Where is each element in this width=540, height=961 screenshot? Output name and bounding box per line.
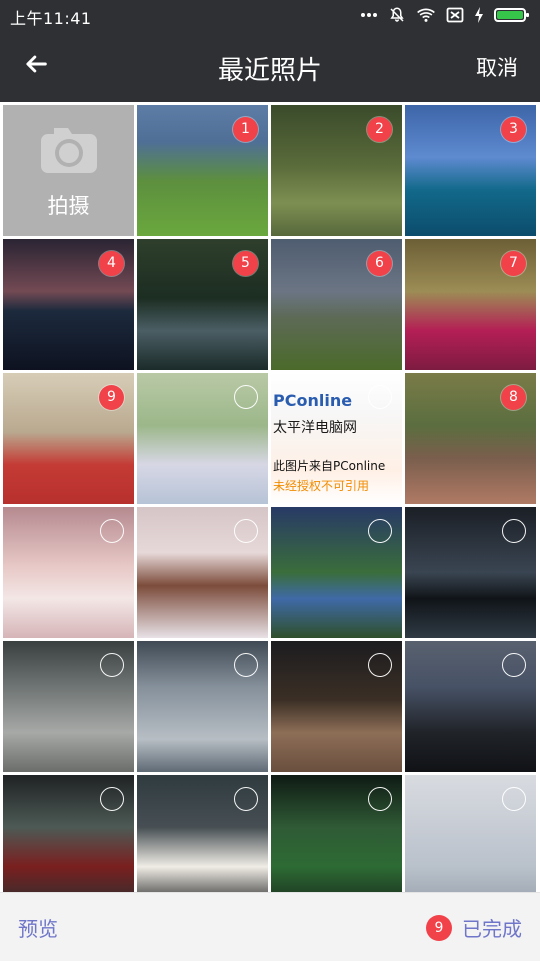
photo-tile[interactable] bbox=[3, 641, 134, 772]
photo-tile[interactable] bbox=[137, 373, 268, 504]
photo-tile[interactable]: 2 bbox=[271, 105, 402, 236]
status-icons bbox=[360, 4, 530, 26]
sim-icon bbox=[446, 7, 464, 23]
muted-bell-icon bbox=[388, 6, 406, 24]
watermark-line: 太平洋电脑网 bbox=[273, 420, 357, 436]
select-circle[interactable] bbox=[502, 653, 526, 677]
photo-tile[interactable]: PConline 太平洋电脑网 此图片来自PConline 未经授权不可引用 bbox=[271, 373, 402, 504]
select-circle[interactable] bbox=[234, 653, 258, 677]
select-circle[interactable] bbox=[234, 787, 258, 811]
photo-tile[interactable]: 5 bbox=[137, 239, 268, 370]
photo-tile[interactable] bbox=[137, 775, 268, 892]
photo-tile[interactable] bbox=[3, 775, 134, 892]
selection-order-badge: 5 bbox=[233, 251, 258, 276]
select-circle[interactable] bbox=[368, 653, 392, 677]
cancel-button[interactable]: 取消 bbox=[476, 52, 518, 82]
photo-tile[interactable] bbox=[137, 641, 268, 772]
photo-tile[interactable] bbox=[405, 507, 536, 638]
photo-tile[interactable] bbox=[271, 775, 402, 892]
photo-tile[interactable]: 1 bbox=[137, 105, 268, 236]
selection-order-badge: 4 bbox=[99, 251, 124, 276]
page-title: 最近照片 bbox=[217, 56, 322, 86]
select-circle[interactable] bbox=[100, 653, 124, 677]
select-circle[interactable] bbox=[234, 385, 258, 409]
select-circle[interactable] bbox=[502, 787, 526, 811]
photo-tile[interactable] bbox=[405, 775, 536, 892]
select-circle[interactable] bbox=[368, 385, 392, 409]
done-button[interactable]: 9 已完成 bbox=[426, 913, 522, 942]
selection-order-badge: 6 bbox=[367, 251, 392, 276]
camera-icon bbox=[34, 122, 104, 180]
app-header: 最近照片 取消 bbox=[0, 30, 540, 102]
photo-tile[interactable] bbox=[137, 507, 268, 638]
photo-tile[interactable] bbox=[271, 641, 402, 772]
watermark-line: 此图片来自PConline bbox=[273, 459, 386, 473]
selection-order-badge: 7 bbox=[501, 251, 526, 276]
status-time: 上午11:41 bbox=[10, 9, 92, 28]
selection-order-badge: 9 bbox=[99, 385, 124, 410]
photo-tile[interactable] bbox=[3, 507, 134, 638]
photo-tile[interactable]: 3 bbox=[405, 105, 536, 236]
camera-tile[interactable]: 拍摄 bbox=[3, 105, 134, 236]
bottom-bar: 预览 9 已完成 bbox=[0, 892, 540, 961]
watermark-brand: PConline bbox=[273, 391, 353, 410]
photo-tile[interactable]: 6 bbox=[271, 239, 402, 370]
photo-tile[interactable]: 8 bbox=[405, 373, 536, 504]
watermark-line: 未经授权不可引用 bbox=[273, 479, 370, 493]
more-icon bbox=[360, 12, 378, 18]
photo-tile[interactable] bbox=[271, 507, 402, 638]
selection-order-badge: 8 bbox=[501, 385, 526, 410]
photo-tile[interactable]: 7 bbox=[405, 239, 536, 370]
photo-grid: 拍摄 1 2 3 4 5 6 7 9 PConline 太平洋电脑网 此图片来自… bbox=[0, 102, 540, 892]
select-circle[interactable] bbox=[100, 787, 124, 811]
select-circle[interactable] bbox=[502, 519, 526, 543]
selection-order-badge: 3 bbox=[501, 117, 526, 142]
selection-order-badge: 2 bbox=[367, 117, 392, 142]
photo-tile[interactable]: 9 bbox=[3, 373, 134, 504]
photo-tile[interactable] bbox=[405, 641, 536, 772]
select-circle[interactable] bbox=[100, 519, 124, 543]
select-circle[interactable] bbox=[368, 787, 392, 811]
battery-icon bbox=[494, 7, 530, 23]
selection-order-badge: 1 bbox=[233, 117, 258, 142]
wifi-icon bbox=[416, 7, 436, 23]
charging-icon bbox=[474, 7, 484, 23]
selected-count-badge: 9 bbox=[426, 914, 452, 941]
preview-button[interactable]: 预览 bbox=[18, 913, 58, 942]
status-bar: 上午11:41 bbox=[0, 0, 540, 30]
select-circle[interactable] bbox=[368, 519, 392, 543]
camera-label: 拍摄 bbox=[47, 193, 90, 218]
select-circle[interactable] bbox=[234, 519, 258, 543]
done-label: 已完成 bbox=[462, 917, 522, 941]
photo-tile[interactable]: 4 bbox=[3, 239, 134, 370]
